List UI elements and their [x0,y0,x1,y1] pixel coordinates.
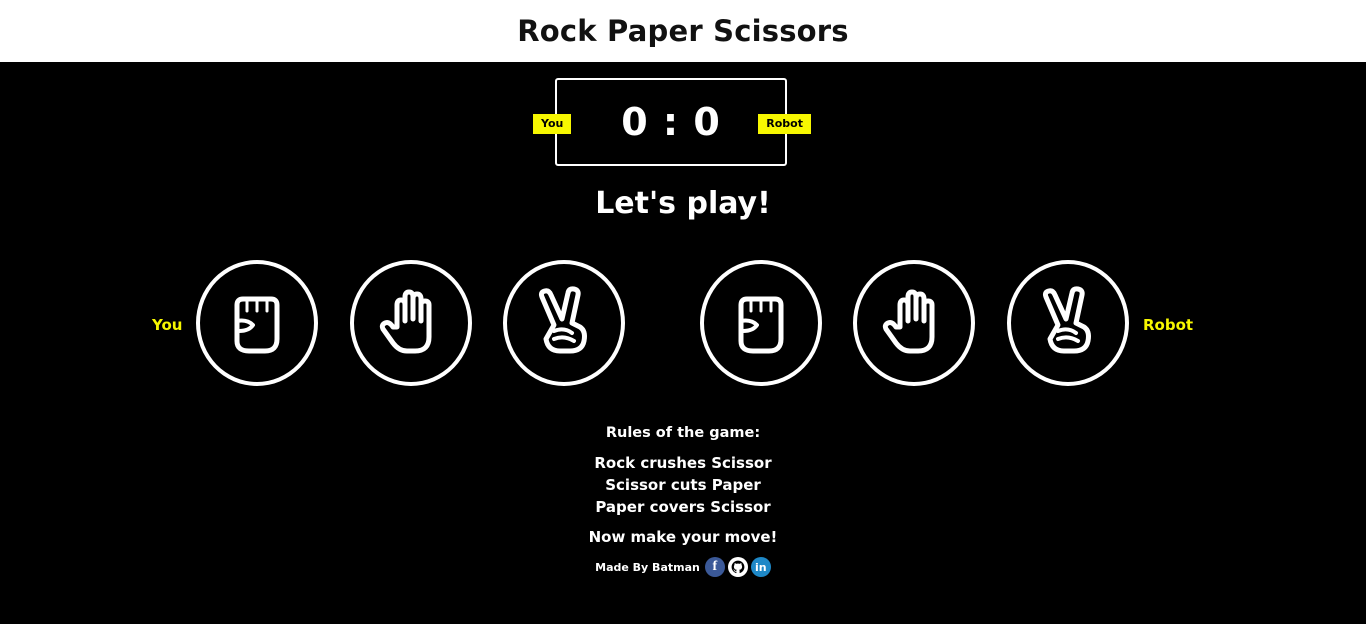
header-bar: Rock Paper Scissors [0,0,1366,62]
github-cat-glyph [731,560,745,574]
you-scissors-button[interactable] [503,260,625,386]
call-to-action: Now make your move! [588,528,778,546]
rules-heading: Rules of the game: [605,425,761,441]
you-paper-button[interactable] [350,260,472,386]
game-message: Let's play! [595,186,771,221]
scissors-hand-icon [538,286,587,354]
rules-section: Rules of the game: Rock crushes Scissor … [0,422,1366,548]
rock-hand-icon [234,296,280,354]
page-title: Rock Paper Scissors [517,14,849,48]
made-by-text: Made By Batman [595,560,700,574]
scoreboard: You 0 : 0 Robot [533,78,811,166]
robot-score-badge: Robot [758,114,811,134]
robot-side-label: Robot [1143,316,1194,334]
github-icon[interactable] [727,557,748,577]
you-rock-button[interactable] [196,260,318,386]
rule-line: Rock crushes Scissor [594,454,772,472]
score-display: 0 : 0 [621,100,721,144]
rock-hand-icon [738,296,784,354]
rule-line: Scissor cuts Paper [605,476,761,494]
paper-hand-icon [882,289,935,354]
footer: Made By Batman f in [0,557,1366,577]
linkedin-icon[interactable]: in [750,557,771,577]
robot-rock-button[interactable] [700,260,822,386]
rule-line: Paper covers Scissor [595,498,771,516]
paper-hand-icon [379,289,432,354]
robot-scissors-button[interactable] [1007,260,1129,386]
you-score-badge: You [533,114,572,134]
robot-paper-button[interactable] [853,260,975,386]
you-side-label: You [152,316,183,334]
facebook-icon[interactable]: f [704,557,725,577]
scissors-hand-icon [1042,286,1091,354]
